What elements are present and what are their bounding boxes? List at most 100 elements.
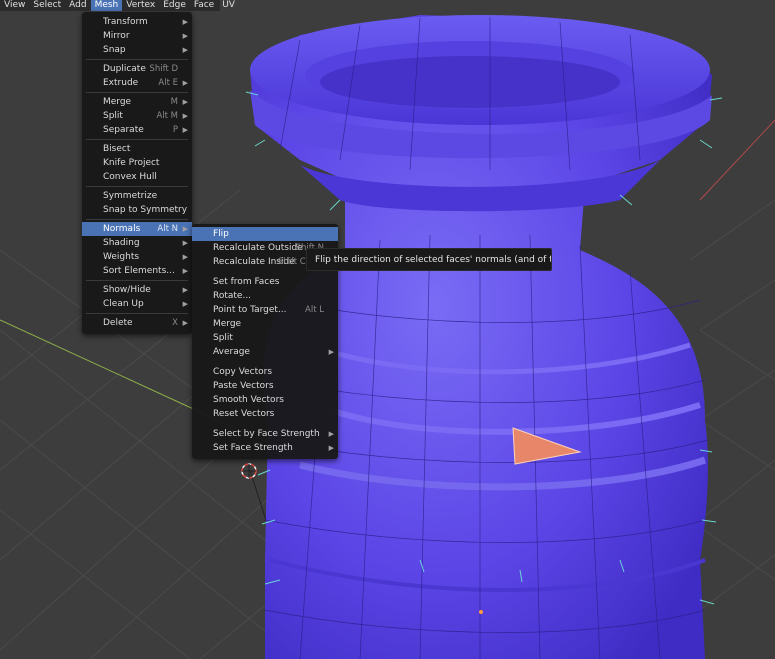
menubar-add[interactable]: Add xyxy=(65,0,90,11)
mesh-menu-item-snap-to-symmetry[interactable]: Snap to Symmetry xyxy=(82,203,192,217)
menubar-edge[interactable]: Edge xyxy=(159,0,190,11)
menubar-mesh[interactable]: Mesh xyxy=(90,0,123,11)
menubar-view[interactable]: View xyxy=(0,0,29,11)
menu-item-label: Transform xyxy=(103,17,148,27)
mesh-menu-item-knife-project[interactable]: Knife Project xyxy=(82,156,192,170)
menu-item-label: Normals xyxy=(103,224,141,234)
shortcut-hint: P xyxy=(172,125,178,135)
menu-separator xyxy=(86,59,188,60)
menu-item-label: Bisect xyxy=(103,144,131,154)
menu-item-label: Merge xyxy=(103,97,132,107)
mesh-menu-item-extrude[interactable]: Extrude Alt E ▶ xyxy=(82,76,192,90)
menu-item-label: Knife Project xyxy=(103,158,160,168)
mesh-menu-item-symmetrize[interactable]: Symmetrize xyxy=(82,189,192,203)
normals-menu-item-average[interactable]: Average ▶ xyxy=(192,345,338,359)
shortcut-hint: Alt E xyxy=(158,78,178,88)
normals-menu-item-paste-vectors[interactable]: Paste Vectors xyxy=(192,379,338,393)
shortcut-hint: Shift D xyxy=(149,64,178,74)
submenu-arrow-icon: ▶ xyxy=(182,267,188,275)
normals-menu-item-reset-vectors[interactable]: Reset Vectors xyxy=(192,407,338,421)
menu-separator xyxy=(86,313,188,314)
normals-menu-item-select-by-face-strength[interactable]: Select by Face Strength ▶ xyxy=(192,427,338,441)
shortcut-hint: Alt M xyxy=(156,111,178,121)
normals-menu-item-copy-vectors[interactable]: Copy Vectors xyxy=(192,365,338,379)
menu-item-label: Recalculate Outside xyxy=(213,243,303,253)
normals-menu-item-rotate[interactable]: Rotate... xyxy=(192,289,338,303)
mesh-menu-item-snap[interactable]: Snap ▶ xyxy=(82,43,192,57)
menu-item-label: Duplicate xyxy=(103,64,146,74)
menu-item-label: Merge xyxy=(213,319,242,329)
normals-menu-item-flip[interactable]: Flip xyxy=(192,227,338,241)
3d-cursor[interactable] xyxy=(241,463,257,479)
mesh-menu-item-show-hide[interactable]: Show/Hide ▶ xyxy=(82,283,192,297)
menu-item-label: Symmetrize xyxy=(103,191,158,201)
mesh-menu-item-separate[interactable]: Separate P ▶ xyxy=(82,123,192,137)
menu-item-label: Paste Vectors xyxy=(213,381,274,391)
submenu-arrow-icon: ▶ xyxy=(328,348,334,356)
mesh-menu: Transform ▶ Mirror ▶ Snap ▶ Duplicate Shift D Ex… xyxy=(82,12,192,334)
menu-item-label: Smooth Vectors xyxy=(213,395,284,405)
mesh-menu-item-clean-up[interactable]: Clean Up ▶ xyxy=(82,297,192,311)
menu-item-label: Split xyxy=(103,111,123,121)
menu-item-label: Snap xyxy=(103,45,126,55)
normals-menu-item-smooth-vectors[interactable]: Smooth Vectors xyxy=(192,393,338,407)
menu-item-label: Copy Vectors xyxy=(213,367,273,377)
menu-separator xyxy=(86,280,188,281)
mesh-menu-item-convex-hull[interactable]: Convex Hull xyxy=(82,170,192,184)
menu-item-label: Reset Vectors xyxy=(213,409,275,419)
mesh-menu-item-mirror[interactable]: Mirror ▶ xyxy=(82,29,192,43)
submenu-arrow-icon: ▶ xyxy=(182,286,188,294)
menu-item-label: Snap to Symmetry xyxy=(103,205,188,215)
submenu-arrow-icon: ▶ xyxy=(182,126,188,134)
normals-menu-item-merge[interactable]: Merge xyxy=(192,317,338,331)
menubar-face[interactable]: Face xyxy=(190,0,218,11)
origin-point xyxy=(479,610,483,614)
menu-separator xyxy=(86,219,188,220)
submenu-arrow-icon: ▶ xyxy=(182,18,188,26)
normals-menu-item-set-face-strength[interactable]: Set Face Strength ▶ xyxy=(192,441,338,455)
shortcut-hint: Alt N xyxy=(157,224,178,234)
mesh-menu-item-transform[interactable]: Transform ▶ xyxy=(82,15,192,29)
menu-item-label: Separate xyxy=(103,125,144,135)
shortcut-hint: X xyxy=(172,318,178,328)
menu-item-label: Mirror xyxy=(103,31,130,41)
menu-separator xyxy=(86,139,188,140)
normals-menu-item-set-from-faces[interactable]: Set from Faces xyxy=(192,275,338,289)
submenu-arrow-icon: ▶ xyxy=(182,239,188,247)
submenu-arrow-icon: ▶ xyxy=(182,46,188,54)
submenu-arrow-icon: ▶ xyxy=(182,98,188,106)
mesh-menu-item-split[interactable]: Split Alt M ▶ xyxy=(82,109,192,123)
submenu-arrow-icon: ▶ xyxy=(328,444,334,452)
menu-item-label: Point to Target... xyxy=(213,305,287,315)
menubar-vertex[interactable]: Vertex xyxy=(122,0,159,11)
shortcut-hint: M xyxy=(170,97,178,107)
mesh-menu-item-bisect[interactable]: Bisect xyxy=(82,142,192,156)
mesh-menu-item-shading[interactable]: Shading ▶ xyxy=(82,236,192,250)
submenu-arrow-icon: ▶ xyxy=(182,300,188,308)
submenu-arrow-icon: ▶ xyxy=(182,319,188,327)
menu-item-label: Rotate... xyxy=(213,291,252,301)
mesh-menu-item-weights[interactable]: Weights ▶ xyxy=(82,250,192,264)
mesh-menu-item-duplicate[interactable]: Duplicate Shift D xyxy=(82,62,192,76)
normals-menu-item-split[interactable]: Split xyxy=(192,331,338,345)
mesh-menu-item-normals[interactable]: Normals Alt N ▶ xyxy=(82,222,192,236)
menu-item-label: Split xyxy=(213,333,233,343)
mesh-menu-item-merge[interactable]: Merge M ▶ xyxy=(82,95,192,109)
normals-menu-item-point-to-target[interactable]: Point to Target... Alt L xyxy=(192,303,338,317)
shortcut-hint: Alt L xyxy=(305,305,324,315)
menu-item-label: Flip xyxy=(213,229,229,239)
menu-item-label: Set from Faces xyxy=(213,277,280,287)
menu-separator xyxy=(86,92,188,93)
menu-separator xyxy=(86,186,188,187)
menu-item-label: Average xyxy=(213,347,250,357)
header-menubar: View Select Add Mesh Vertex Edge Face UV xyxy=(0,0,235,11)
mesh-menu-item-delete[interactable]: Delete X ▶ xyxy=(82,316,192,330)
menubar-select[interactable]: Select xyxy=(29,0,65,11)
menu-item-label: Convex Hull xyxy=(103,172,157,182)
menu-item-label: Shading xyxy=(103,238,140,248)
submenu-arrow-icon: ▶ xyxy=(182,225,188,233)
menubar-uv[interactable]: UV xyxy=(218,0,239,11)
mesh-menu-item-sort-elements[interactable]: Sort Elements... ▶ xyxy=(82,264,192,278)
flip-tooltip: Flip the direction of selected faces' no… xyxy=(306,248,552,271)
menu-item-label: Show/Hide xyxy=(103,285,151,295)
